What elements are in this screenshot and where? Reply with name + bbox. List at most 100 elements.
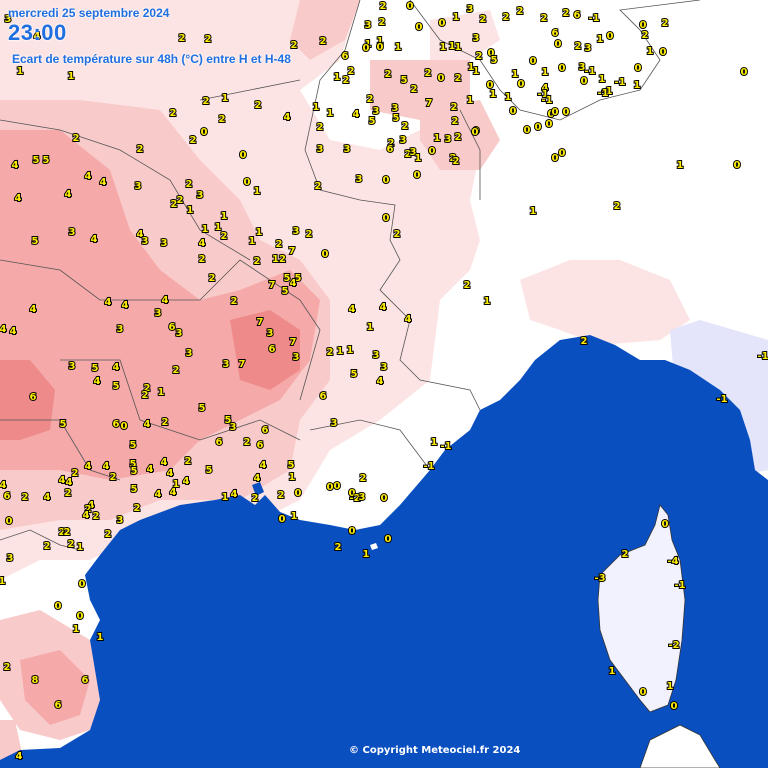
station-value: 0 [201,127,208,138]
station-value: 5 [130,440,137,451]
station-value: 2 [367,94,374,105]
station-value: 0 [55,601,62,612]
station-value: 3 [135,181,142,192]
station-value: 4 [0,480,7,491]
station-value: -1 [440,441,451,452]
station-value: 1 [599,74,606,85]
station-value: 0 [121,421,128,432]
station-value: 0 [416,22,423,33]
station-value: 1 [337,346,344,357]
station-value: 2 [190,135,197,146]
station-value: 0 [334,481,341,492]
station-value: 0 [6,516,13,527]
station-value: 7 [269,280,276,291]
station-value: -2 [668,640,679,651]
station-value: -1 [588,13,599,24]
station-value: 2 [575,41,582,52]
station-value: 5 [43,155,50,166]
station-value: 3 [293,226,300,237]
station-value: 5 [369,116,376,127]
station-value: 1 [468,62,475,73]
description-label: Ecart de température sur 48h (°C) entre … [12,52,291,66]
station-value: 0 [635,63,642,74]
station-value: 2 [22,492,29,503]
station-value: 2 [453,156,460,167]
station-value: 4 [91,234,98,245]
station-value: 2 [162,417,169,428]
station-value: 4 [377,376,384,387]
station-value: 6 [257,440,264,451]
station-value: 0 [660,47,667,58]
station-value: 2 [205,34,212,45]
station-value: 2 [503,12,510,23]
station-value: 1 [467,95,474,106]
station-value: -1 [674,580,685,591]
station-value: 1 [222,492,229,503]
station-value: 1 [415,153,422,164]
station-value: 3 [230,422,237,433]
station-value: 5 [32,236,39,247]
time-label: 23:00 [8,20,67,45]
station-value: 0 [383,175,390,186]
station-value: 2 [291,40,298,51]
station-value: 6 [574,10,581,21]
station-value: 2 [425,68,432,79]
station-value: 3 [400,135,407,146]
station-value: 6 [552,28,559,39]
station-value: 0 [439,18,446,29]
station-value: -1 [423,461,434,472]
station-value: 1 [484,296,491,307]
station-value: 4 [183,476,190,487]
station-value: 2 [451,102,458,113]
station-value: 3 [331,418,338,429]
station-value: 0 [535,122,542,133]
station-value: 4 [353,109,360,120]
station-value: 5 [60,419,67,430]
station-value: 0 [383,213,390,224]
station-value: 0 [552,107,559,118]
station-value: 1 [221,211,228,222]
station-value: 2 [276,239,283,250]
station-value: 4 [380,302,387,313]
station-value: 2 [73,133,80,144]
station-value: 2 [662,18,669,29]
station-value: 1 [453,12,460,23]
station-value: 4 [59,475,66,486]
station-value: 2 [170,108,177,119]
station-value: 0 [363,43,370,54]
station-value: 0 [322,249,329,260]
station-value: 4 [15,193,22,204]
station-value: 4 [122,300,129,311]
station-value: 3 [467,4,474,15]
station-value: 1 [254,186,261,197]
station-value: 0 [546,119,553,130]
station-value: 2 [4,662,11,673]
station-value: 2 [315,181,322,192]
station-value: 2 [278,490,285,501]
station-value: 2 [360,473,367,484]
station-value: 3 [293,352,300,363]
copyright: © Copyright Meteociel.fr 2024 [349,745,521,756]
station-value: 12 [272,254,286,265]
station-value: 1 [313,102,320,113]
station-value: 4 [83,510,90,521]
station-value: 2 [476,51,483,62]
station-value: 3 [186,348,193,359]
station-value: 3 [473,33,480,44]
station-value: 1 [291,511,298,522]
station-value: 1 [395,42,402,53]
station-value: -1 [716,394,727,405]
station-value: 4 [94,376,101,387]
station-value: 8 [32,675,39,686]
station-value: 5 [113,381,120,392]
station-value: 4 [284,112,291,123]
station-value: 3 [155,308,162,319]
station-value: 0 [559,63,566,74]
station-value: 4 [105,297,112,308]
station-value: 2 [186,179,193,190]
station-value: 5 [206,465,213,476]
station-value: 2 [411,84,418,95]
station-value: 0 [429,146,436,157]
station-value: 1 [542,67,549,78]
station-value: 4 [103,461,110,472]
